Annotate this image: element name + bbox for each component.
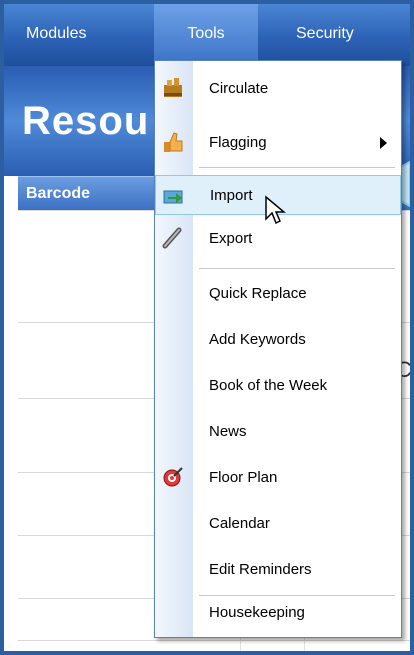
menu-item-label: Import xyxy=(210,187,253,204)
menu-item-quick-replace[interactable]: Quick Replace xyxy=(155,274,401,314)
page-title: Resou xyxy=(22,99,150,143)
menu-item-label: Floor Plan xyxy=(209,469,278,486)
menu-modules[interactable]: Modules xyxy=(26,4,86,66)
menu-item-export[interactable]: Export xyxy=(155,219,401,259)
menu-item-news[interactable]: News xyxy=(155,412,401,452)
circulate-icon xyxy=(161,76,185,100)
menu-item-label: Quick Replace xyxy=(209,285,307,302)
menu-item-add-keywords[interactable]: Add Keywords xyxy=(155,320,401,360)
import-icon xyxy=(162,183,186,207)
column-header-barcode[interactable]: Barcode xyxy=(26,177,90,211)
menu-item-label: Flagging xyxy=(209,134,267,151)
floor-plan-icon xyxy=(161,465,185,489)
thumbs-up-icon xyxy=(161,130,185,154)
menu-item-edit-reminders[interactable]: Edit Reminders xyxy=(155,550,401,590)
menu-item-calendar[interactable]: Calendar xyxy=(155,504,401,544)
grid-line xyxy=(18,640,410,641)
menu-security[interactable]: Security xyxy=(296,4,354,66)
tools-dropdown-menu: Circulate Flagging Import Export Quick R… xyxy=(154,60,402,638)
menu-item-label: Circulate xyxy=(209,80,269,97)
menu-item-book-of-the-week[interactable]: Book of the Week xyxy=(155,366,401,406)
menu-item-flagging[interactable]: Flagging xyxy=(155,123,401,163)
menu-item-label: Edit Reminders xyxy=(209,561,312,578)
menu-item-label: Book of the Week xyxy=(209,377,328,394)
menu-item-housekeeping[interactable]: Housekeeping xyxy=(155,593,401,633)
menu-item-label: Export xyxy=(209,230,253,247)
menu-item-label: Housekeeping xyxy=(209,604,305,621)
export-icon xyxy=(161,226,185,250)
menu-item-label: News xyxy=(209,423,247,440)
menubar: Modules Tools Security xyxy=(4,4,410,66)
menu-item-label: Add Keywords xyxy=(209,331,306,348)
menu-separator xyxy=(199,268,395,269)
submenu-arrow-icon xyxy=(380,137,387,149)
menu-tools[interactable]: Tools xyxy=(154,4,258,66)
menu-separator xyxy=(199,167,395,168)
menu-item-label: Calendar xyxy=(209,515,270,532)
menu-item-floor-plan[interactable]: Floor Plan xyxy=(155,458,401,498)
mouse-cursor-icon xyxy=(265,195,286,225)
menu-item-circulate[interactable]: Circulate xyxy=(155,69,401,109)
